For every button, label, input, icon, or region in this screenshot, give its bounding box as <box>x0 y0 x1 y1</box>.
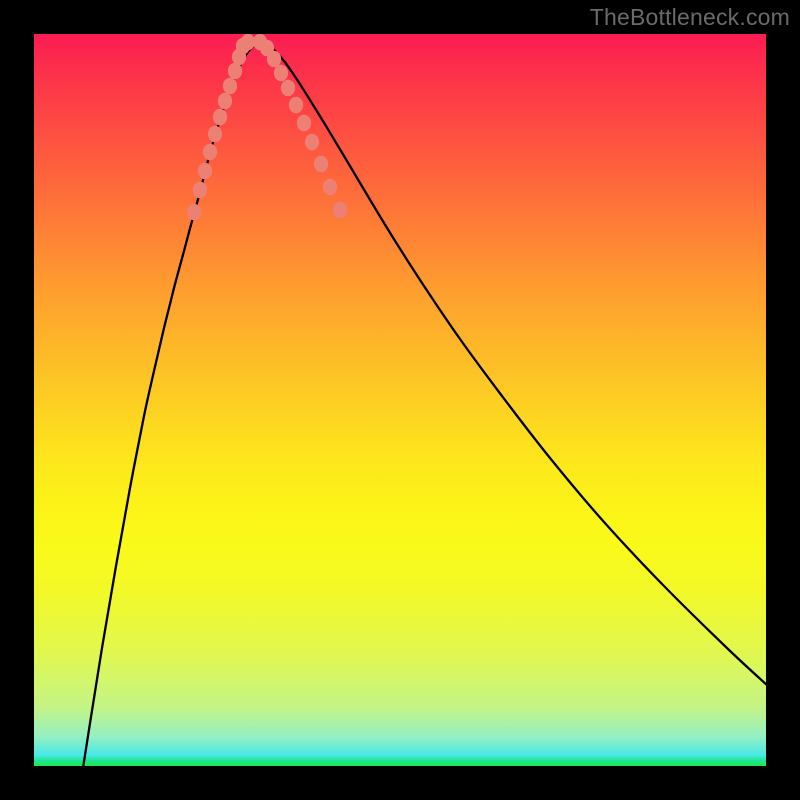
data-dots <box>187 34 347 220</box>
data-dot <box>267 51 281 68</box>
data-dot <box>333 202 347 219</box>
data-dot <box>198 163 212 180</box>
data-dot <box>274 65 288 82</box>
chart-container: TheBottleneck.com <box>0 0 800 800</box>
data-dot <box>305 134 319 151</box>
data-dot <box>203 144 217 161</box>
chart-svg <box>34 34 766 766</box>
bottleneck-curve <box>74 42 766 766</box>
data-dot <box>213 109 227 126</box>
plot-area <box>34 34 766 766</box>
data-dot <box>289 97 303 114</box>
data-dot <box>228 63 242 80</box>
data-dot <box>297 115 311 132</box>
data-dot <box>314 156 328 173</box>
data-dot <box>208 126 222 143</box>
watermark-text: TheBottleneck.com <box>590 4 790 31</box>
data-dot <box>223 78 237 95</box>
data-dot <box>187 204 201 221</box>
data-dot <box>193 182 207 199</box>
v-curve-path <box>74 42 766 766</box>
data-dot <box>218 93 232 110</box>
data-dot <box>281 80 295 97</box>
data-dot <box>323 179 337 196</box>
